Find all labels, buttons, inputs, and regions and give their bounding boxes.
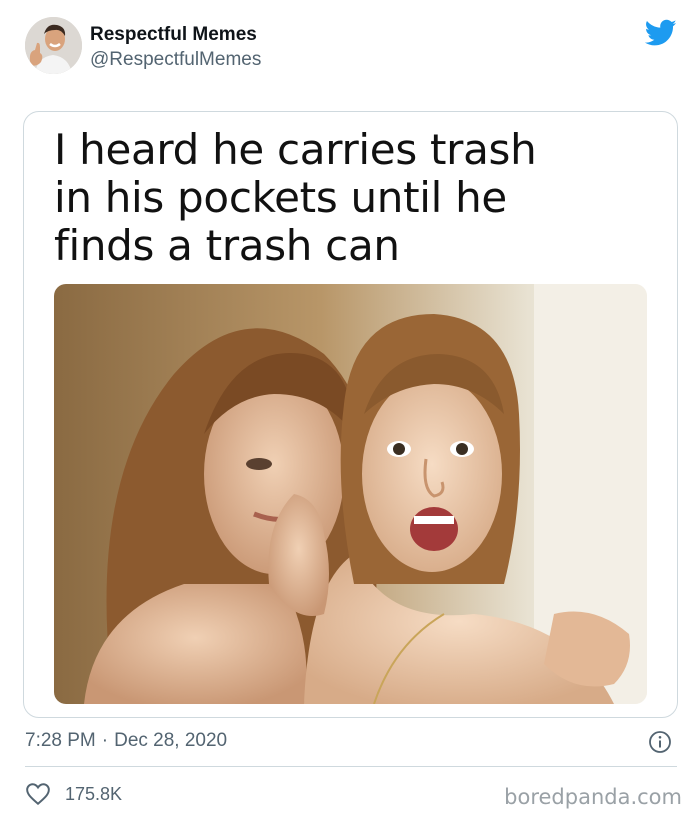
display-name[interactable]: Respectful Memes — [90, 24, 261, 46]
like-button[interactable]: 175.8K — [25, 782, 122, 806]
tweet-header: Respectful Memes @RespectfulMemes — [0, 0, 700, 90]
meme-photo[interactable] — [54, 284, 647, 704]
avatar-image — [25, 17, 82, 74]
author-block: Respectful Memes @RespectfulMemes — [90, 24, 261, 71]
watermark: boredpanda.com — [504, 785, 682, 809]
twitter-bird-icon[interactable] — [645, 19, 677, 47]
divider — [25, 766, 677, 767]
avatar[interactable] — [25, 17, 82, 74]
heart-icon — [26, 783, 50, 806]
media-card[interactable]: I heard he carries trash in his pockets … — [23, 111, 678, 718]
tweet-date: Dec 28, 2020 — [114, 730, 228, 751]
meme-caption: I heard he carries trash in his pockets … — [54, 125, 537, 270]
meme-photo-image — [54, 284, 647, 704]
info-icon[interactable] — [648, 730, 672, 754]
handle[interactable]: @RespectfulMemes — [90, 49, 261, 71]
like-count: 175.8K — [65, 783, 123, 804]
tweet-time: 7:28 PM — [25, 730, 96, 751]
tweet-timestamp[interactable]: 7:28 PM · Dec 28, 2020 — [25, 730, 227, 752]
timestamp-separator: · — [101, 730, 109, 751]
